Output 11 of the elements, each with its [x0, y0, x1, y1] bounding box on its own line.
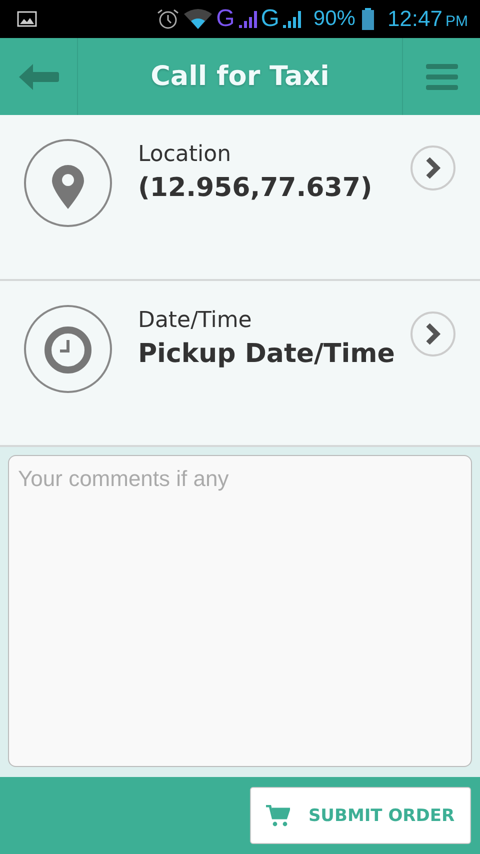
screen-title: Call for Taxi: [150, 60, 330, 94]
battery-percent: 90%: [313, 7, 356, 31]
row-value: Pickup Date/Time: [138, 339, 396, 369]
row-label: Location: [138, 142, 232, 167]
clock-meridiem: PM: [446, 13, 468, 30]
row-label: Date/Time: [138, 308, 253, 333]
network-type-text: G: [216, 7, 235, 31]
row-value: (12.956,77.637): [138, 173, 374, 203]
comments-field[interactable]: Your comments if any: [8, 455, 472, 767]
clock-time: 12:47: [387, 6, 442, 32]
network-type-text: G: [260, 7, 280, 31]
